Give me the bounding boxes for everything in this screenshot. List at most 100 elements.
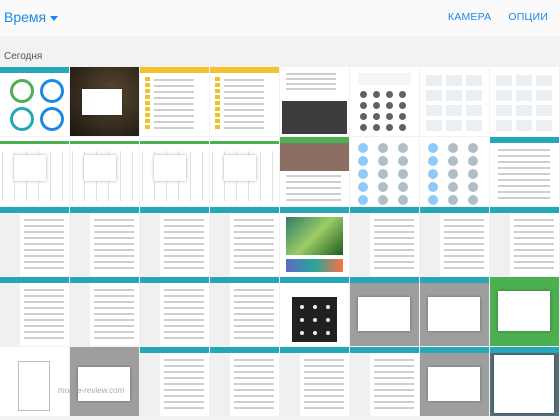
thumb-pattern-dot [300,305,304,309]
thumb-text-line [514,261,554,263]
screenshot-thumbnail[interactable] [280,207,349,276]
thumb-month [426,90,442,101]
screenshot-thumbnail[interactable] [70,137,139,206]
thumb-key [386,124,393,131]
thumb-text-line [304,395,344,397]
thumb-text-line [444,231,484,233]
screenshot-thumbnail[interactable] [140,277,209,346]
thumb-text-line [234,389,274,391]
thumb-text-line [374,377,414,379]
screenshot-thumbnail[interactable] [210,67,279,136]
screenshot-thumbnail[interactable] [0,207,69,276]
screenshot-thumbnail[interactable] [350,347,419,416]
screenshot-thumbnail[interactable] [70,207,139,276]
thumb-avatar [468,182,478,192]
thumb-text-line [94,295,134,297]
thumb-text-line [24,295,64,297]
thumb-text-line [234,407,274,409]
camera-button[interactable]: КАМЕРА [448,11,491,23]
options-button[interactable]: ОПЦИИ [508,11,548,23]
thumb-text-line [234,225,274,227]
screenshot-thumbnail[interactable] [210,277,279,346]
thumb-text-line [234,313,274,315]
thumb-sidebar [0,283,20,346]
screenshot-thumbnail[interactable] [0,277,69,346]
thumb-text-line [444,237,484,239]
thumb-text-line [94,225,134,227]
screenshot-thumbnail[interactable] [420,67,489,136]
screenshot-thumbnail[interactable] [280,277,349,346]
thumb-text-line [24,313,64,315]
screenshot-thumbnail[interactable] [490,347,559,416]
screenshot-thumbnail[interactable] [280,347,349,416]
thumbnail-grid [0,67,560,420]
thumb-sidebar [140,213,160,276]
thumb-text-line [94,301,134,303]
thumb-text-line [234,267,274,269]
thumb-month [466,120,482,131]
thumb-avatar [378,195,388,205]
thumb-gridline [132,151,133,201]
screenshot-thumbnail[interactable] [0,67,69,136]
screenshot-thumbnail[interactable] [0,347,69,416]
thumb-text-line [374,407,414,409]
thumb-timeline [70,141,139,144]
thumb-text-line [234,301,274,303]
thumb-pattern-dot [300,318,304,322]
screenshot-thumbnail[interactable] [420,207,489,276]
thumb-avatar [358,169,368,179]
thumb-avatar [448,182,458,192]
thumb-text-line [234,383,274,385]
screenshot-thumbnail[interactable] [490,277,559,346]
screenshot-thumbnail[interactable] [210,137,279,206]
screenshot-thumbnail[interactable] [70,67,139,136]
thumb-text-line [154,121,194,123]
screenshot-thumbnail[interactable] [280,137,349,206]
thumb-text-line [234,377,274,379]
screenshot-thumbnail[interactable] [350,207,419,276]
screenshot-thumbnail[interactable] [140,67,209,136]
time-filter-dropdown[interactable]: Время [4,9,59,25]
thumb-text-line [224,85,264,87]
screenshot-thumbnail[interactable] [490,207,559,276]
screenshot-thumbnail[interactable] [140,137,209,206]
thumb-key [386,91,393,98]
thumb-key [373,91,380,98]
screenshot-thumbnail[interactable] [140,347,209,416]
screenshot-thumbnail[interactable] [70,347,139,416]
screenshot-thumbnail[interactable] [350,67,419,136]
section-header-today: Сегодня [4,51,43,62]
thumb-folder-icon [145,77,150,81]
thumb-folder-icon [215,83,220,87]
thumb-avatar [448,195,458,205]
thumb-text-line [286,88,336,90]
thumb-text-line [94,249,134,251]
thumb-dialog [14,155,46,181]
screenshot-thumbnail[interactable] [420,277,489,346]
screenshot-thumbnail[interactable] [70,277,139,346]
thumb-text-line [164,249,204,251]
screenshot-thumbnail[interactable] [210,347,279,416]
screenshot-thumbnail[interactable] [350,137,419,206]
thumb-pattern-dot [313,318,317,322]
thumb-text-line [304,377,344,379]
screenshot-thumbnail[interactable] [280,67,349,136]
screenshot-thumbnail[interactable] [350,277,419,346]
thumb-text-line [234,325,274,327]
screenshot-thumbnail[interactable] [210,207,279,276]
screenshot-thumbnail[interactable] [420,137,489,206]
thumb-text-line [24,325,64,327]
thumb-pattern-dot [313,331,317,335]
thumb-toolbar [420,277,489,283]
screenshot-thumbnail[interactable] [420,347,489,416]
screenshot-thumbnail[interactable] [0,137,69,206]
thumb-text-line [286,73,336,75]
thumb-text-line [94,289,134,291]
thumb-text-line [224,121,264,123]
screenshot-thumbnail[interactable] [140,207,209,276]
thumb-text-line [304,383,344,385]
thumb-text-line [164,313,204,315]
thumb-text-line [24,307,64,309]
screenshot-thumbnail[interactable] [490,67,559,136]
screenshot-thumbnail[interactable] [490,137,559,206]
